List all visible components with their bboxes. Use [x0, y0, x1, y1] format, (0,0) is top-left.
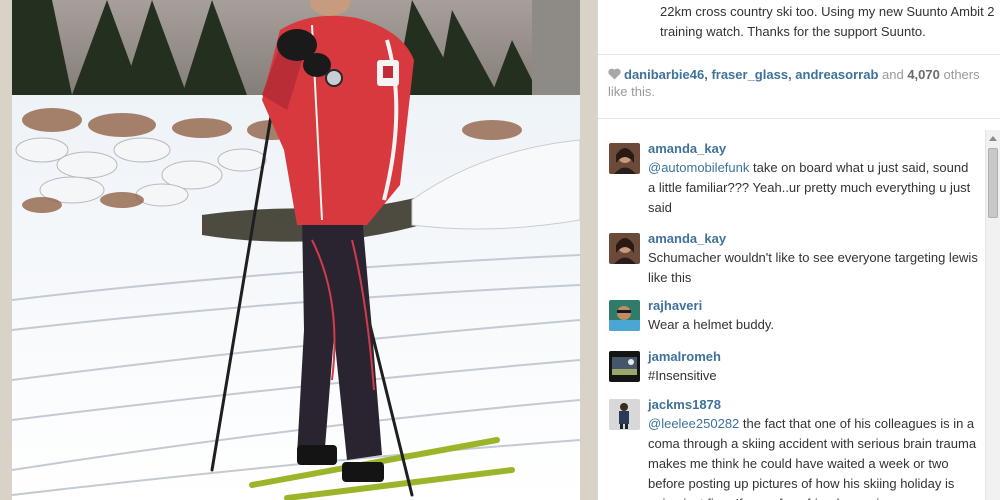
comment-mention[interactable]: @leelee250282: [648, 416, 739, 431]
comment-item: amanda_kay Schumacher wouldn't like to s…: [598, 230, 983, 297]
avatar[interactable]: [609, 399, 640, 430]
likes-count[interactable]: 4,070: [907, 67, 940, 82]
comment-body: #Insensitive: [648, 368, 717, 383]
liker-link[interactable]: andreasorrab: [795, 67, 878, 82]
avatar[interactable]: [609, 300, 640, 331]
avatar[interactable]: [609, 233, 640, 264]
chevron-up-icon[interactable]: [989, 136, 997, 141]
comment-body: Schumacher wouldn't like to see everyone…: [648, 250, 978, 285]
avatar[interactable]: [609, 351, 640, 382]
post-photo[interactable]: [12, 0, 580, 500]
comment-body: Wear a helmet buddy.: [648, 317, 774, 332]
liker-link[interactable]: fraser_glass: [711, 67, 788, 82]
comment-text: @leelee250282 the fact that one of his c…: [648, 414, 978, 500]
divider: [598, 118, 1000, 119]
comment-item: jamalromeh #Insensitive: [598, 348, 983, 396]
photo-area: [0, 0, 597, 500]
comments-scrollbar[interactable]: [985, 130, 1000, 500]
comment-item: rajhaveri Wear a helmet buddy.: [598, 297, 983, 348]
comment-mention[interactable]: @automobilefunk: [648, 160, 749, 175]
comment-username[interactable]: amanda_kay: [648, 140, 983, 158]
comment-username[interactable]: amanda_kay: [648, 230, 983, 248]
comment-item: jackms1878 @leelee250282 the fact that o…: [598, 396, 983, 500]
post-caption: 22km cross country ski too. Using my new…: [660, 4, 995, 39]
comment-text: @automobilefunk take on board what u jus…: [648, 158, 978, 218]
heart-icon: [608, 67, 621, 80]
comment-text: Schumacher wouldn't like to see everyone…: [648, 248, 978, 288]
likes-and: and: [878, 67, 908, 82]
comments-panel: 22km cross country ski too. Using my new…: [597, 0, 1000, 500]
comment-item: amanda_kay @automobilefunk take on board…: [598, 140, 983, 230]
comment-text: #Insensitive: [648, 366, 978, 386]
comment-text: Wear a helmet buddy.: [648, 315, 978, 335]
likes-summary: danibarbie46, fraser_glass, andreasorrab…: [608, 66, 988, 100]
comment-list: amanda_kay @automobilefunk take on board…: [598, 140, 983, 500]
skier-photo-illustration: [12, 0, 580, 500]
liker-link[interactable]: danibarbie46: [624, 67, 704, 82]
comment-username[interactable]: jamalromeh: [648, 348, 983, 366]
comment-username[interactable]: rajhaveri: [648, 297, 983, 315]
avatar[interactable]: [609, 143, 640, 174]
comment-username[interactable]: jackms1878: [648, 396, 983, 414]
scroll-thumb[interactable]: [988, 148, 998, 218]
divider: [598, 54, 1000, 55]
